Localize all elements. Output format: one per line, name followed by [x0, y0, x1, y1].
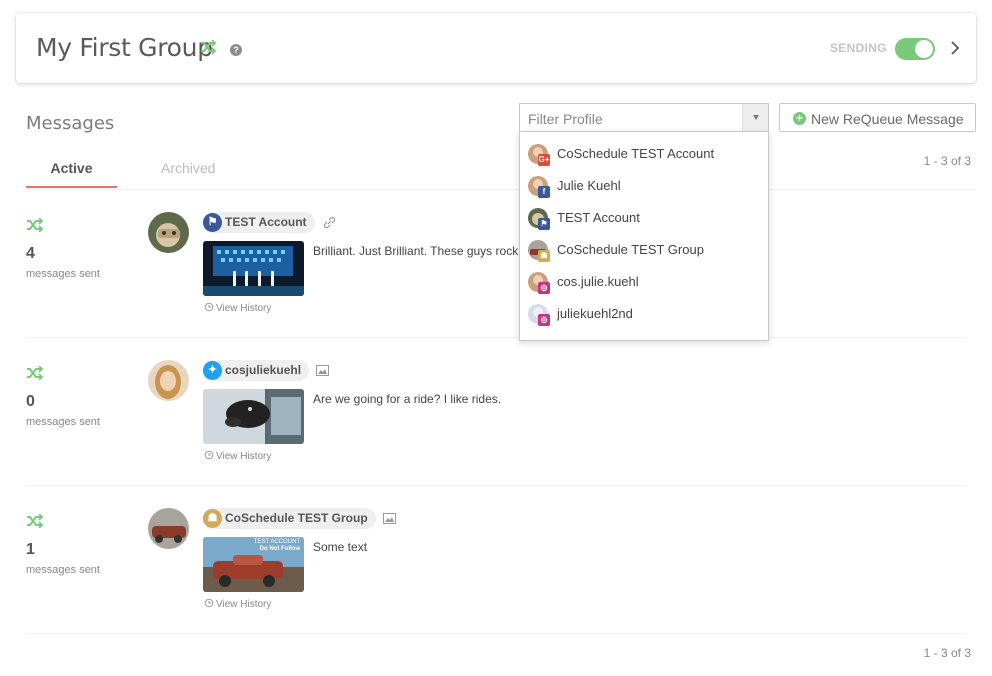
dropdown-option-label: cos.julie.kuehl	[557, 274, 639, 289]
sending-label: SENDING	[830, 41, 887, 55]
profile-name: TEST Account	[225, 215, 307, 229]
profile-name-pill: ☗ CoSchedule TEST Group	[202, 508, 376, 529]
dropdown-option[interactable]: G+ CoSchedule TEST Account	[520, 138, 768, 170]
image-icon	[316, 365, 329, 376]
view-history-label: View History	[216, 303, 272, 314]
dropdown-option-label: Julie Kuehl	[557, 178, 621, 193]
new-requeue-message-label: New ReQueue Message	[811, 111, 964, 127]
group-header-card: My First Group ? SENDING	[16, 13, 976, 83]
dropdown-option[interactable]: ⚑ TEST Account	[520, 202, 768, 234]
pagination-info-top: 1 - 3 of 3	[923, 154, 971, 168]
profile-avatar	[148, 360, 189, 401]
active-tab-indicator	[26, 186, 117, 188]
message-text: Some text	[313, 540, 368, 554]
shuffle-icon	[27, 218, 44, 232]
profile-name: CoSchedule TEST Group	[225, 511, 368, 525]
dropdown-option[interactable]: f Julie Kuehl	[520, 170, 768, 202]
message-thumbnail	[203, 389, 304, 444]
tab-active[interactable]: Active	[26, 160, 117, 176]
row-divider	[26, 633, 966, 634]
filter-dropdown-toggle[interactable]	[742, 104, 768, 131]
messages-sent-label: messages sent	[26, 268, 100, 280]
plus-circle-icon: +	[793, 112, 806, 125]
dropdown-option-label: CoSchedule TEST Account	[557, 146, 715, 161]
message-row: 0 messages sent ✦ cosjuliekuehl Are we g…	[26, 338, 966, 486]
group-title: My First Group	[36, 33, 213, 62]
view-history-link[interactable]: View History	[204, 302, 271, 314]
tab-archived[interactable]: Archived	[161, 160, 215, 176]
image-icon	[383, 513, 396, 524]
message-row: 1 messages sent ☗ CoSchedule TEST Group …	[26, 486, 966, 634]
thumbnail-caption-line1: TEST ACCOUNT	[253, 539, 300, 545]
dropdown-option[interactable]: ◎ juliekuehl2nd	[520, 298, 768, 330]
twitter-icon: ✦	[203, 361, 222, 380]
profile-name-pill: ✦ cosjuliekuehl	[202, 360, 310, 381]
dropdown-option[interactable]: ◎ cos.julie.kuehl	[520, 266, 768, 298]
profile-name: cosjuliekuehl	[225, 363, 302, 377]
message-text: Brilliant. Just Brilliant. These guys ro…	[313, 244, 519, 258]
new-requeue-message-button[interactable]: + New ReQueue Message	[779, 103, 976, 132]
caret-down-icon	[753, 115, 759, 120]
message-thumbnail: TEST ACCOUNT Do Not Follow	[203, 537, 304, 592]
link-icon	[323, 217, 336, 228]
shuffle-icon	[27, 366, 44, 380]
thumbnail-caption: TEST ACCOUNT Do Not Follow	[254, 539, 300, 553]
messages-sent-count: 1	[26, 541, 35, 558]
view-history-label: View History	[216, 599, 272, 610]
profile-avatar	[148, 508, 189, 549]
instagram-icon: ◎	[538, 282, 550, 294]
sending-toggle[interactable]	[895, 38, 935, 60]
dropdown-option-label: TEST Account	[557, 210, 640, 225]
toggle-knob	[915, 40, 933, 58]
view-history-label: View History	[216, 451, 272, 462]
history-icon	[204, 450, 214, 460]
profile-avatar	[148, 212, 189, 253]
history-icon	[204, 598, 214, 608]
shuffle-icon	[201, 40, 216, 54]
view-history-link[interactable]: View History	[204, 598, 271, 610]
shuffle-icon	[27, 514, 44, 528]
message-thumbnail	[203, 241, 304, 296]
chevron-right-icon[interactable]	[950, 40, 960, 56]
flag-icon: ⚑	[203, 213, 222, 232]
flag-icon: ⚑	[538, 218, 550, 230]
messages-heading: Messages	[26, 113, 115, 134]
dropdown-option-label: CoSchedule TEST Group	[557, 242, 704, 257]
thumbnail-caption-line2: Do Not Follow	[259, 546, 300, 552]
view-history-link[interactable]: View History	[204, 450, 271, 462]
messages-sent-label: messages sent	[26, 416, 100, 428]
facebook-icon: f	[538, 186, 550, 198]
filter-profile-placeholder: Filter Profile	[528, 111, 603, 127]
group-icon: ☗	[203, 509, 222, 528]
help-icon[interactable]: ?	[230, 44, 242, 56]
history-icon	[204, 302, 214, 312]
filter-profile-select[interactable]: Filter Profile	[519, 103, 769, 132]
messages-sent-count: 0	[26, 393, 35, 410]
pagination-info-bottom: 1 - 3 of 3	[923, 646, 971, 660]
dropdown-option[interactable]: ☗ CoSchedule TEST Group	[520, 234, 768, 266]
instagram-icon: ◎	[538, 314, 550, 326]
dropdown-option-label: juliekuehl2nd	[557, 306, 633, 321]
message-row: 4 messages sent ⚑ TEST Account Brilliant…	[26, 190, 966, 338]
profile-name-pill: ⚑ TEST Account	[202, 212, 315, 233]
messages-sent-label: messages sent	[26, 564, 100, 576]
group-icon: ☗	[538, 250, 550, 262]
messages-sent-count: 4	[26, 245, 35, 262]
filter-profile-dropdown: G+ CoSchedule TEST Account f Julie Kuehl…	[519, 131, 769, 341]
message-text: Are we going for a ride? I like rides.	[313, 392, 502, 406]
google-plus-icon: G+	[538, 154, 550, 166]
